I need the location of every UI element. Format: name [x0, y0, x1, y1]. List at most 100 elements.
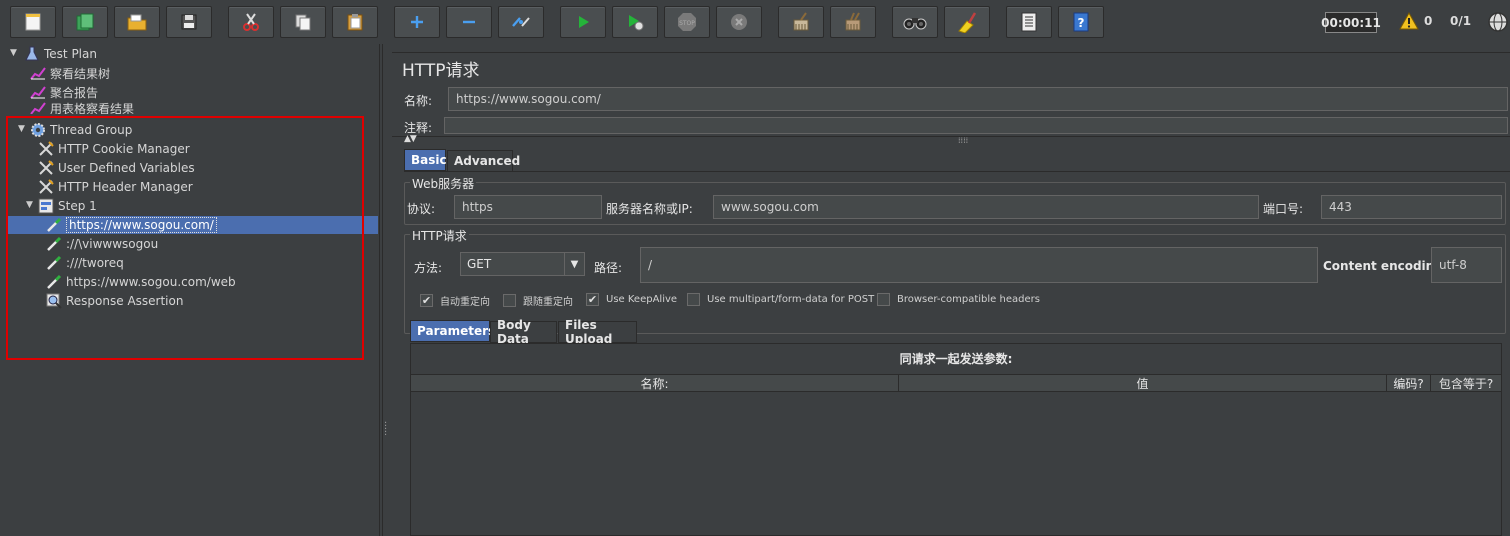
chart-icon [30, 84, 46, 100]
start-button[interactable] [560, 6, 606, 38]
checkbox-label: 自动重定向 [440, 297, 490, 308]
keepalive-checkbox[interactable]: ✔ Use KeepAlive [586, 293, 677, 306]
open-button[interactable] [114, 6, 160, 38]
port-label: 端口号: [1263, 202, 1304, 216]
protocol-field[interactable]: https [454, 195, 602, 219]
chart-icon [30, 102, 46, 114]
tree-node-test-plan[interactable]: ▼ Test Plan [10, 45, 97, 63]
broom-all-icon [845, 12, 861, 31]
clear-all-button[interactable] [830, 6, 876, 38]
reset-search-icon [958, 12, 977, 33]
list-icon [1021, 12, 1037, 32]
highlight-annotation-box [6, 116, 364, 360]
clear-button[interactable] [778, 6, 824, 38]
checkbox-label: Browser-compatible headers [897, 294, 1040, 305]
method-value: GET [467, 257, 492, 271]
shutdown-button[interactable] [716, 6, 762, 38]
tree-label: 用表格察看结果 [50, 102, 135, 114]
expand-button[interactable] [394, 6, 440, 38]
tab-advanced[interactable]: Advanced [447, 150, 520, 172]
expand-arrow-icon[interactable]: ▼ [10, 48, 17, 58]
divider [392, 136, 1510, 137]
tab-body-data[interactable]: Body Data [490, 318, 557, 346]
paste-icon [347, 14, 363, 31]
browser-headers-checkbox[interactable]: Browser-compatible headers [877, 293, 1040, 306]
open-folder-icon [127, 14, 147, 31]
checkbox-unchecked-icon [687, 293, 700, 306]
sampler-editor: HTTP请求 名称: https://www.sogou.com/ 注释: ▲▼… [392, 44, 1510, 536]
auto-redirect-checkbox[interactable]: ✔ 自动重定向 [420, 293, 490, 308]
tree-label: 察看结果树 [50, 66, 111, 81]
checkbox-checked-icon: ✔ [420, 294, 433, 307]
split-pane-divider[interactable]: · · · · · [382, 44, 389, 536]
protocol-label: 协议: [407, 202, 436, 216]
templates-button[interactable] [62, 6, 108, 38]
broom-icon [793, 12, 809, 31]
svg-text:STOP: STOP [679, 20, 695, 27]
encoding-field[interactable]: utf-8 [1431, 247, 1502, 283]
collapse-button[interactable] [446, 6, 492, 38]
start-no-pause-button[interactable] [612, 6, 658, 38]
collapse-arrows-icon[interactable]: ▲▼ [404, 134, 417, 144]
port-field[interactable]: 443 [1321, 195, 1502, 219]
column-header-name[interactable]: 名称: [411, 375, 899, 391]
help-icon: ? [1073, 12, 1089, 32]
binoculars-icon [903, 18, 927, 30]
play-icon [579, 16, 589, 28]
remote-globe-icon[interactable] [1487, 11, 1509, 33]
method-select[interactable]: GET ▼ [460, 252, 585, 276]
name-label: 名称: [404, 94, 433, 108]
column-header-encode[interactable]: 编码? [1387, 375, 1431, 391]
http-request-legend: HTTP请求 [410, 227, 469, 244]
chevron-down-icon[interactable]: ▼ [564, 253, 584, 275]
column-header-value[interactable]: 值 [899, 375, 1387, 391]
path-field[interactable]: / [640, 247, 1318, 283]
column-header-include-equals[interactable]: 包含等于? [1431, 375, 1501, 391]
scissors-icon [243, 13, 259, 31]
warning-icon[interactable] [1399, 12, 1419, 30]
tab-parameters[interactable]: Parameters [410, 320, 495, 342]
server-field[interactable]: www.sogou.com [713, 195, 1259, 219]
shutdown-icon [731, 14, 747, 30]
name-field[interactable]: https://www.sogou.com/ [448, 87, 1508, 111]
search-button[interactable] [892, 6, 938, 38]
play-no-timers-icon [629, 15, 644, 31]
tab-basic[interactable]: Basic [404, 149, 447, 171]
stop-button[interactable]: STOP [664, 6, 710, 38]
toggle-button[interactable] [498, 6, 544, 38]
toggle-icon [512, 17, 530, 27]
path-label: 路径: [594, 261, 623, 275]
test-plan-tree: ▼ Test Plan 察看结果树 聚合报告 用表格察看结果 ▼ Thread … [0, 44, 380, 536]
reset-search-button[interactable] [944, 6, 990, 38]
encoding-label: Content encoding: [1323, 259, 1448, 273]
tree-node-listener[interactable]: 聚合报告 [30, 83, 98, 101]
checkbox-unchecked-icon [877, 293, 890, 306]
tree-node-listener[interactable]: 察看结果树 [30, 64, 110, 82]
function-helper-button[interactable] [1006, 6, 1052, 38]
page-title: HTTP请求 [402, 61, 480, 81]
follow-redirect-checkbox[interactable]: 跟随重定向 [503, 293, 573, 308]
help-button[interactable]: ? [1058, 6, 1104, 38]
resize-grip-icon[interactable]: ⁞⁞⁞⁞ [958, 136, 968, 145]
save-button[interactable] [166, 6, 212, 38]
toolbar: STOP ? 00:00:11 0 0/1 [0, 0, 1510, 44]
tab-files-upload[interactable]: Files Upload [558, 318, 637, 346]
new-button[interactable] [10, 6, 56, 38]
active-threads: 0/1 [1450, 14, 1472, 28]
checkbox-label: 跟随重定向 [523, 297, 573, 308]
stop-icon: STOP [678, 13, 696, 31]
copy-button[interactable] [280, 6, 326, 38]
templates-icon [76, 13, 94, 31]
error-count: 0 [1424, 14, 1433, 28]
splitter-grip-icon[interactable]: · · · · · [384, 419, 387, 441]
tree-node-listener[interactable]: 用表格察看结果 [30, 102, 134, 114]
divider [404, 171, 1510, 172]
multipart-checkbox[interactable]: Use multipart/form-data for POST [687, 293, 874, 306]
comment-field[interactable] [444, 117, 1508, 134]
checkbox-label: Use KeepAlive [606, 294, 678, 305]
tree-label: 聚合报告 [50, 85, 99, 100]
paste-button[interactable] [332, 6, 378, 38]
checkbox-checked-icon: ✔ [586, 293, 599, 306]
parameters-table: 同请求一起发送参数: 名称: 值 编码? 包含等于? [410, 343, 1502, 536]
cut-button[interactable] [228, 6, 274, 38]
